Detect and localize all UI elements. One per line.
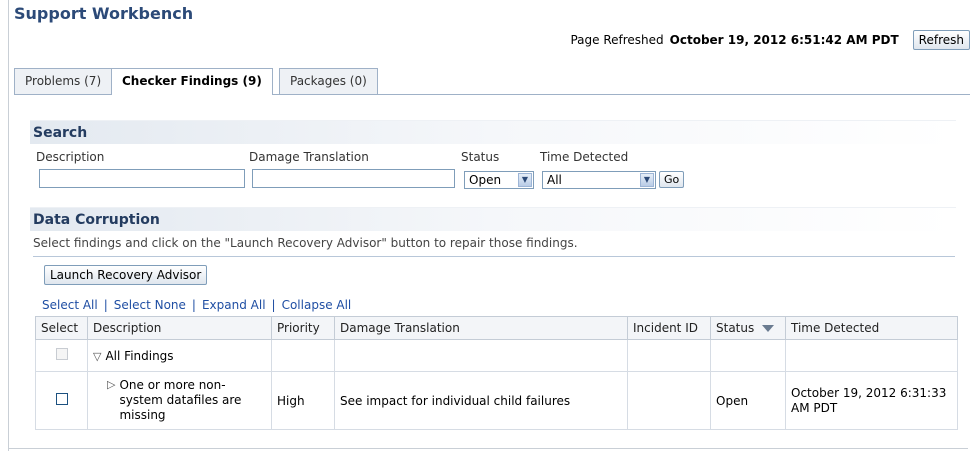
damage-cell: See impact for individual child failures	[334, 371, 628, 430]
triangle-down-icon[interactable]: ▽	[93, 350, 101, 363]
col-header-status-label: Status	[716, 321, 755, 335]
col-header-status[interactable]: Status	[710, 316, 786, 340]
expand-all-link[interactable]: Expand All	[202, 298, 266, 312]
incident-cell	[627, 339, 711, 372]
description-input[interactable]	[39, 169, 245, 188]
select-none-link[interactable]: Select None	[114, 298, 186, 312]
page-title: Support Workbench	[14, 4, 194, 23]
status-cell	[710, 339, 786, 372]
go-button[interactable]: Go	[659, 171, 685, 188]
link-separator: |	[191, 298, 196, 312]
table-row: ▽ All Findings	[35, 339, 958, 372]
col-header-description[interactable]: Description	[87, 316, 272, 340]
col-header-damage-translation[interactable]: Damage Translation	[334, 316, 628, 340]
select-cell	[35, 339, 88, 372]
time-cell	[785, 339, 958, 372]
incident-cell	[627, 371, 711, 430]
refresh-button[interactable]: Refresh	[912, 30, 970, 50]
col-header-select: Select	[35, 316, 88, 340]
triangle-right-icon[interactable]: ▷	[107, 378, 115, 423]
launch-recovery-advisor-button[interactable]: Launch Recovery Advisor	[44, 265, 208, 285]
damage-cell	[334, 339, 628, 372]
description-cell: ▷ One or more non-system datafiles are m…	[87, 371, 272, 430]
link-separator: |	[271, 298, 276, 312]
time-detected-label: Time Detected	[540, 150, 629, 164]
select-all-link[interactable]: Select All	[42, 298, 98, 312]
page-frame-left	[8, 0, 9, 451]
divider	[33, 256, 955, 257]
collapse-all-link[interactable]: Collapse All	[282, 298, 352, 312]
page-frame-bottom	[8, 448, 968, 449]
tab-checker-findings[interactable]: Checker Findings (9)	[111, 68, 273, 95]
status-cell: Open	[710, 371, 786, 430]
chevron-down-icon: ▼	[518, 173, 532, 187]
data-corruption-heading: Data Corruption	[30, 207, 956, 231]
damage-translation-label: Damage Translation	[249, 150, 369, 164]
description-label: Description	[36, 150, 105, 164]
status-select-value: Open	[469, 173, 502, 187]
page-refreshed-time: October 19, 2012 6:51:42 AM PDT	[669, 33, 899, 47]
search-heading: Search	[30, 120, 956, 144]
status-select[interactable]: Open ▼	[464, 171, 534, 189]
status-label: Status	[461, 150, 500, 164]
sort-descending-icon[interactable]	[762, 325, 775, 332]
time-detected-select[interactable]: All ▼	[542, 171, 656, 189]
findings-table: Select Description Priority Damage Trans…	[35, 316, 958, 430]
priority-cell: High	[271, 371, 335, 430]
description-cell: ▽ All Findings	[87, 339, 272, 372]
page-refreshed-label: Page Refreshed	[570, 33, 664, 47]
select-cell	[35, 371, 88, 430]
col-header-priority[interactable]: Priority	[271, 316, 335, 340]
tab-problems[interactable]: Problems (7)	[14, 68, 113, 94]
row-checkbox[interactable]	[55, 393, 68, 405]
selection-links: Select All | Select None | Expand All | …	[42, 298, 351, 312]
time-cell: October 19, 2012 6:31:33 AM PDT	[785, 371, 958, 430]
all-findings-label: All Findings	[105, 348, 174, 363]
col-header-incident-id[interactable]: Incident ID	[627, 316, 711, 340]
priority-cell	[271, 339, 335, 372]
refresh-bar: Page Refreshed October 19, 2012 6:51:42 …	[570, 30, 970, 50]
damage-translation-input[interactable]	[252, 169, 455, 188]
time-detected-select-value: All	[547, 173, 562, 187]
finding-description: One or more non-system datafiles are mis…	[119, 378, 242, 422]
instruction-text: Select findings and click on the "Launch…	[33, 236, 578, 250]
chevron-down-icon: ▼	[640, 173, 654, 187]
tab-bar: Problems (7) Checker Findings (9) Packag…	[14, 68, 970, 95]
col-header-time-detected[interactable]: Time Detected	[785, 316, 958, 340]
link-separator: |	[103, 298, 108, 312]
row-checkbox	[55, 348, 68, 360]
table-row: ▷ One or more non-system datafiles are m…	[35, 371, 958, 430]
tab-packages[interactable]: Packages (0)	[279, 68, 378, 94]
